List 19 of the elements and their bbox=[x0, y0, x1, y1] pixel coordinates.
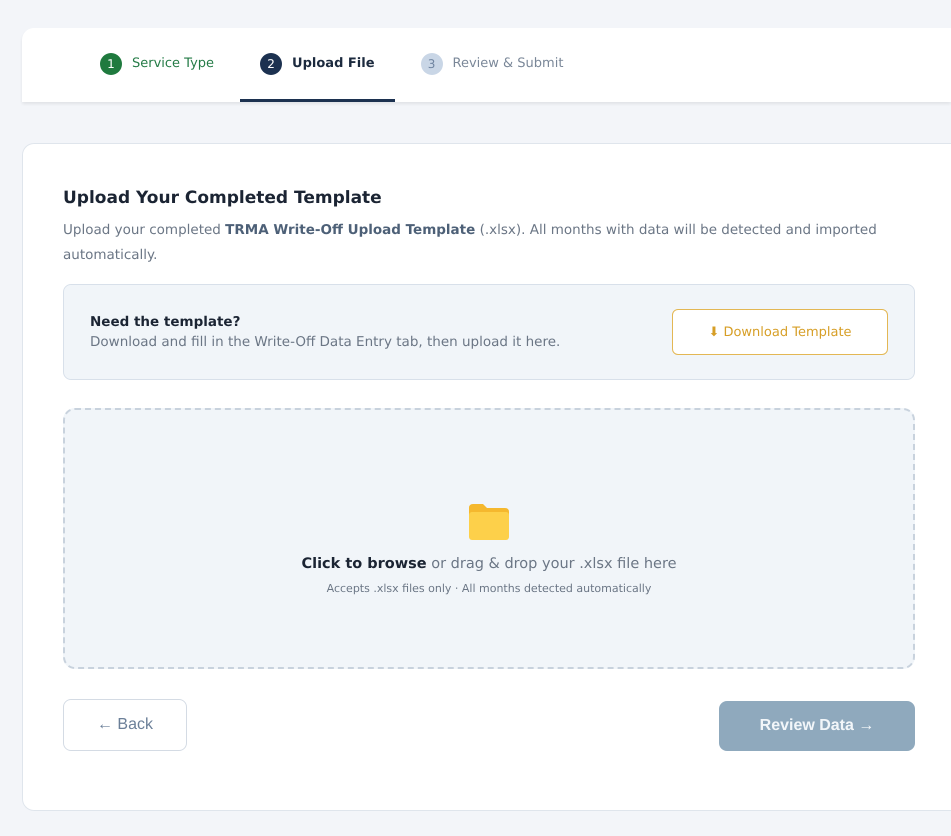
back-button[interactable]: ← Back bbox=[63, 699, 187, 751]
drop-hint: Accepts .xlsx files only · All months detected automatically bbox=[326, 582, 652, 595]
step-number: 2 bbox=[260, 52, 282, 74]
drop-prompt: Click to browse or drag & drop your .xlsx file here bbox=[301, 556, 677, 572]
download-template-button[interactable]: ⬇ Download Template bbox=[672, 309, 888, 355]
step-label: Service Type bbox=[132, 56, 214, 71]
template-title: Need the template? bbox=[90, 314, 242, 330]
step-label: Upload File bbox=[292, 56, 375, 71]
step-tab[interactable]: 3 Review & Submit bbox=[400, 28, 584, 102]
folder-icon bbox=[467, 502, 511, 542]
step-number: 3 bbox=[420, 52, 443, 74]
section-description: Upload your completed TRMA Write-Off Upload Template (.xlsx). All months with data will be detected and imported automatically. bbox=[63, 221, 878, 265]
section-title: Upload Your Completed Template bbox=[63, 188, 383, 208]
drop-zone[interactable]: Click to browse or drag & drop your .xlsx file here Accepts .xlsx files only · All months detected automatically bbox=[63, 408, 915, 669]
step-number: 1 bbox=[100, 52, 122, 74]
template-text: Download and fill in the Write-Off Data Entry tab, then upload it here. bbox=[90, 334, 560, 350]
step-tab[interactable]: 2 Upload File bbox=[240, 28, 395, 102]
step-tab[interactable]: 1 Service Type bbox=[80, 28, 234, 102]
step-label: Review & Submit bbox=[452, 56, 564, 71]
